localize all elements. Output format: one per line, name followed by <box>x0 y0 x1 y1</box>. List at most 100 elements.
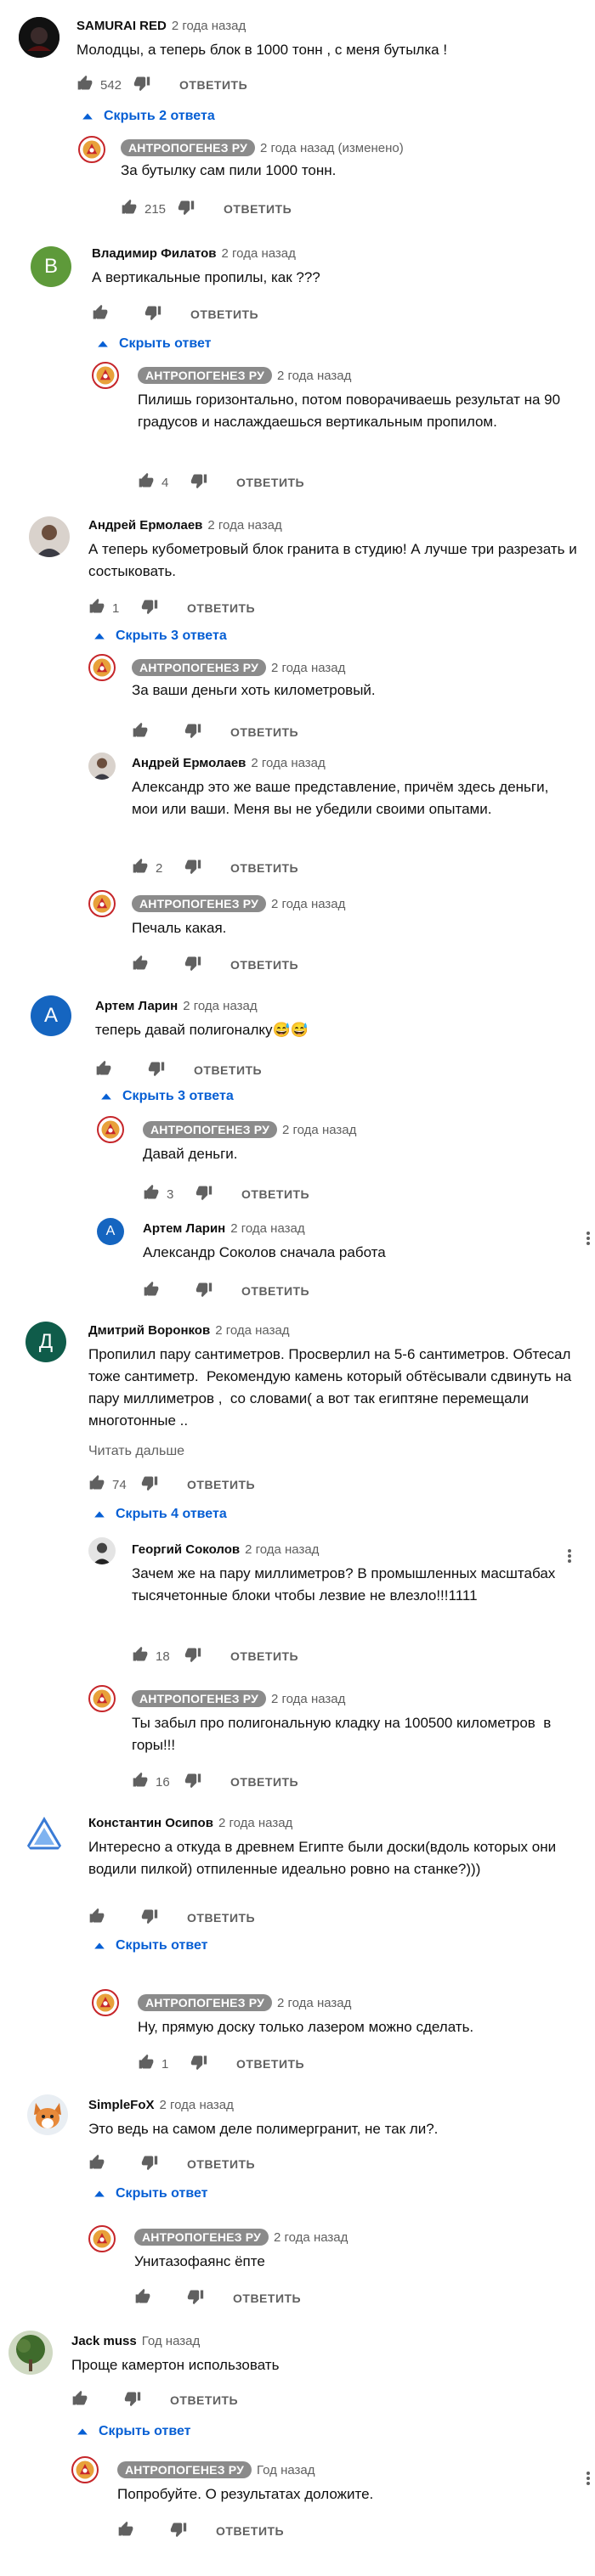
reply-button[interactable]: ОТВЕТИТЬ <box>187 1911 255 1925</box>
avatar[interactable] <box>24 1814 65 1855</box>
dislike-button[interactable] <box>141 2154 158 2174</box>
dislike-button[interactable] <box>141 598 158 618</box>
author-name[interactable]: Георгий Соколов <box>132 1542 240 1557</box>
comment-timestamp[interactable]: 2 года назад <box>183 999 257 1013</box>
like-button[interactable] <box>138 472 155 493</box>
like-button[interactable] <box>71 2390 88 2410</box>
dislike-button[interactable] <box>141 1908 158 1928</box>
reply-button[interactable]: ОТВЕТИТЬ <box>230 958 298 972</box>
author-name[interactable]: Jack muss <box>71 2334 137 2348</box>
comment-timestamp[interactable]: 2 года назад <box>215 1323 289 1338</box>
like-button[interactable] <box>132 955 149 975</box>
dislike-button[interactable] <box>196 1184 212 1204</box>
like-button[interactable] <box>121 199 138 219</box>
like-button[interactable] <box>132 1772 149 1792</box>
hide-replies-toggle[interactable]: Скрыть 3 ответа <box>100 1089 234 1104</box>
reply-button[interactable]: ОТВЕТИТЬ <box>241 1284 309 1298</box>
comment-timestamp[interactable]: 2 года назад <box>274 2230 348 2245</box>
comment-timestamp[interactable]: 2 года назад <box>207 518 281 533</box>
reply-button[interactable]: ОТВЕТИТЬ <box>230 1649 298 1663</box>
like-button[interactable] <box>143 1281 160 1301</box>
hide-replies-toggle[interactable]: Скрыть ответ <box>94 1938 207 1953</box>
avatar[interactable] <box>19 17 60 58</box>
like-button[interactable] <box>92 304 109 324</box>
dislike-button[interactable] <box>196 1281 212 1301</box>
like-button[interactable] <box>88 2154 105 2174</box>
comment-timestamp[interactable]: 2 года назад <box>172 19 246 33</box>
hide-replies-toggle[interactable]: Скрыть ответ <box>94 2186 207 2201</box>
avatar[interactable] <box>88 1685 116 1712</box>
reply-button[interactable]: ОТВЕТИТЬ <box>230 1775 298 1789</box>
reply-button[interactable]: ОТВЕТИТЬ <box>216 2524 284 2538</box>
avatar[interactable] <box>88 2225 116 2252</box>
comment-timestamp[interactable]: 2 года назад <box>251 756 325 770</box>
reply-button[interactable]: ОТВЕТИТЬ <box>230 725 298 739</box>
reply-button[interactable]: ОТВЕТИТЬ <box>187 1478 255 1491</box>
like-button[interactable] <box>88 1908 105 1928</box>
comment-timestamp[interactable]: 2 года назад <box>271 661 345 675</box>
avatar[interactable] <box>8 2331 53 2375</box>
channel-owner-badge[interactable]: АНТРОПОГЕНЕЗ РУ <box>143 1121 278 1138</box>
author-name[interactable]: Артем Ларин <box>95 999 178 1013</box>
dislike-button[interactable] <box>178 199 195 219</box>
avatar[interactable] <box>92 362 119 389</box>
comment-timestamp[interactable]: 2 года назад <box>277 369 351 383</box>
more-actions-icon[interactable] <box>586 1230 592 1247</box>
dislike-button[interactable] <box>190 472 207 493</box>
reply-button[interactable]: ОТВЕТИТЬ <box>187 2157 255 2171</box>
channel-owner-badge[interactable]: АНТРОПОГЕНЕЗ РУ <box>117 2461 252 2478</box>
reply-button[interactable]: ОТВЕТИТЬ <box>241 1187 309 1201</box>
avatar[interactable] <box>88 1537 116 1564</box>
avatar[interactable] <box>29 516 70 557</box>
avatar[interactable] <box>78 136 105 163</box>
dislike-button[interactable] <box>184 1646 201 1666</box>
hide-replies-toggle[interactable]: Скрыть 2 ответа <box>82 109 215 124</box>
comment-timestamp[interactable]: 2 года назад <box>271 897 345 911</box>
comment-timestamp[interactable]: 2 года назад <box>282 1123 356 1137</box>
author-name[interactable]: Владимир Филатов <box>92 246 217 261</box>
avatar[interactable]: В <box>31 246 71 287</box>
reply-button[interactable]: ОТВЕТИТЬ <box>230 861 298 875</box>
channel-owner-badge[interactable]: АНТРОПОГЕНЕЗ РУ <box>132 659 267 676</box>
comment-timestamp[interactable]: Год назад <box>257 2463 314 2477</box>
like-button[interactable] <box>143 1184 160 1204</box>
avatar[interactable]: Д <box>26 1322 66 1362</box>
dislike-button[interactable] <box>133 75 150 95</box>
reply-button[interactable]: ОТВЕТИТЬ <box>187 601 255 615</box>
avatar[interactable] <box>71 2456 99 2483</box>
comment-timestamp[interactable]: 2 года назад <box>230 1221 304 1236</box>
comment-timestamp[interactable]: 2 года назад <box>245 1542 319 1557</box>
avatar[interactable] <box>97 1116 124 1143</box>
avatar[interactable]: А <box>97 1218 124 1245</box>
avatar[interactable] <box>88 890 116 917</box>
like-button[interactable] <box>95 1060 112 1080</box>
like-button[interactable] <box>134 2288 151 2308</box>
author-name[interactable]: SAMURAI RED <box>76 19 167 33</box>
dislike-button[interactable] <box>184 858 201 878</box>
read-more-link[interactable]: Читать дальше <box>88 1444 184 1459</box>
hide-replies-toggle[interactable]: Скрыть ответ <box>97 336 211 352</box>
comment-timestamp[interactable]: 2 года назад <box>160 2098 234 2112</box>
channel-owner-badge[interactable]: АНТРОПОГЕНЕЗ РУ <box>138 367 273 384</box>
dislike-button[interactable] <box>184 955 201 975</box>
like-button[interactable] <box>132 722 149 742</box>
author-name[interactable]: Константин Осипов <box>88 1816 213 1830</box>
dislike-button[interactable] <box>170 2521 187 2541</box>
comment-timestamp[interactable]: 2 года назад <box>218 1816 292 1830</box>
reply-button[interactable]: ОТВЕТИТЬ <box>236 2057 304 2071</box>
dislike-button[interactable] <box>141 1474 158 1495</box>
channel-owner-badge[interactable]: АНТРОПОГЕНЕЗ РУ <box>138 1994 273 2011</box>
avatar[interactable] <box>88 654 116 681</box>
author-name[interactable]: Андрей Ермолаев <box>132 756 246 770</box>
comment-timestamp[interactable]: 2 года назад <box>277 1996 351 2010</box>
avatar[interactable]: А <box>31 995 71 1036</box>
dislike-button[interactable] <box>144 304 162 324</box>
reply-button[interactable]: ОТВЕТИТЬ <box>236 476 304 489</box>
dislike-button[interactable] <box>124 2390 141 2410</box>
comment-timestamp[interactable]: 2 года назад <box>222 246 296 261</box>
hide-replies-toggle[interactable]: Скрыть 3 ответа <box>94 628 227 644</box>
like-button[interactable] <box>117 2521 134 2541</box>
reply-button[interactable]: ОТВЕТИТЬ <box>179 78 247 92</box>
hide-replies-toggle[interactable]: Скрыть 4 ответа <box>94 1507 227 1522</box>
author-name[interactable]: Дмитрий Воронков <box>88 1323 210 1338</box>
